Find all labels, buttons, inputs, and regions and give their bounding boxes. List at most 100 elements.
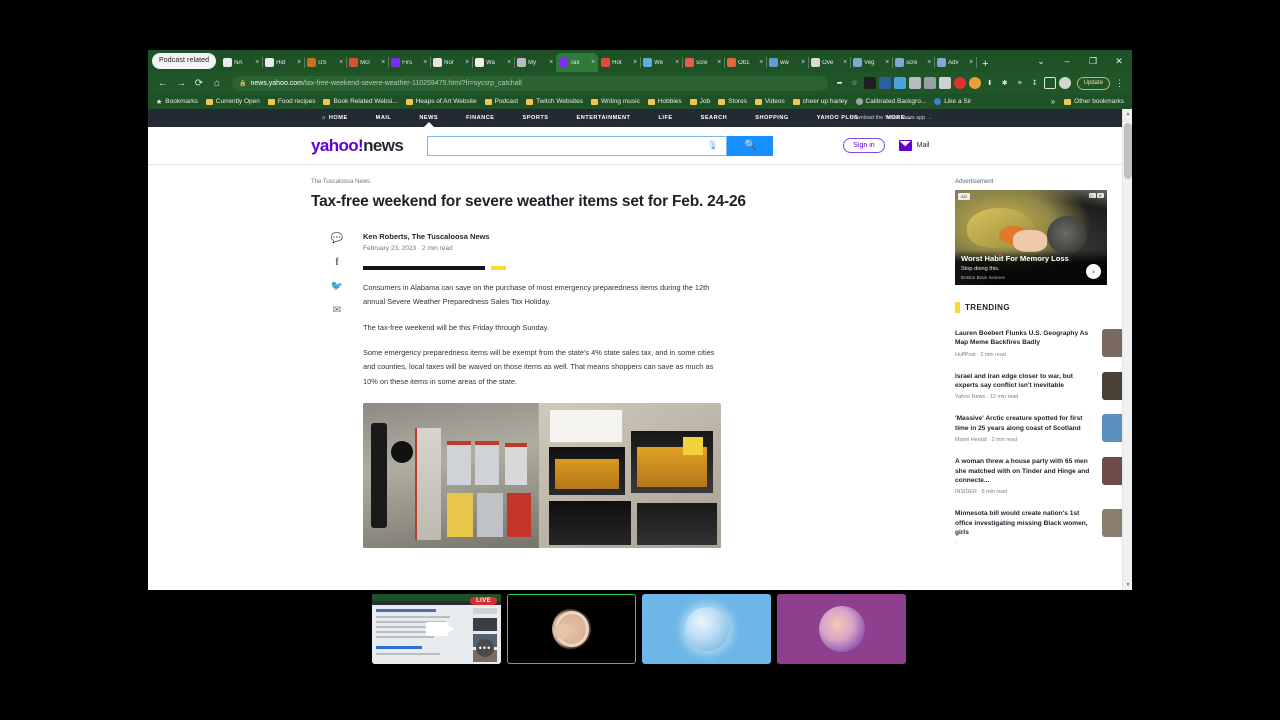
- tab-close-icon[interactable]: ×: [675, 59, 679, 66]
- advertisement-card[interactable]: AD ▷ ✕ Worst Habit For Memory Loss Stop …: [955, 190, 1107, 285]
- yahoo-nav-mail[interactable]: MAIL: [362, 115, 406, 121]
- email-icon[interactable]: ✉: [333, 305, 341, 316]
- sidepanel-icon[interactable]: [1043, 77, 1056, 89]
- browser-tab[interactable]: Wa ×: [472, 53, 516, 72]
- tab-close-icon[interactable]: ×: [717, 59, 721, 66]
- sign-in-button[interactable]: Sign in: [843, 138, 885, 153]
- bookmark-star-icon[interactable]: ☆: [849, 77, 861, 89]
- reload-icon[interactable]: ⟳: [190, 74, 208, 92]
- tab-close-icon[interactable]: ×: [801, 59, 805, 66]
- browser-tab[interactable]: US ×: [304, 53, 348, 72]
- bookmark-item[interactable]: cheer up harley: [789, 98, 852, 105]
- extension-cloud-icon[interactable]: [893, 77, 906, 89]
- bookmark-item[interactable]: Writing music: [587, 98, 644, 105]
- minimize-button[interactable]: –: [1054, 51, 1080, 71]
- bookmark-item[interactable]: Twitch Websites: [522, 98, 587, 105]
- yahoo-nav-home[interactable]: ⌂ HOME: [308, 115, 362, 121]
- extension-grey2-icon[interactable]: [923, 77, 936, 89]
- bookmark-item[interactable]: Hobbies: [644, 98, 686, 105]
- tab-close-icon[interactable]: ×: [759, 59, 763, 66]
- extension-puzzle-icon[interactable]: ✱: [999, 77, 1011, 89]
- bookmark-item[interactable]: ★ Bookmarks: [152, 98, 202, 106]
- yahoo-nav-finance[interactable]: FINANCE: [452, 115, 508, 121]
- yahoo-nav-entertainment[interactable]: ENTERTAINMENT: [563, 115, 645, 121]
- bookmarks-overflow-icon[interactable]: »: [1047, 97, 1059, 106]
- bookmark-item[interactable]: Like a Sir: [930, 98, 975, 105]
- maximize-button[interactable]: ❐: [1080, 51, 1106, 71]
- downloads-icon[interactable]: ↧: [1029, 77, 1041, 89]
- bookmark-item[interactable]: Podcast: [481, 98, 523, 105]
- profile-icon[interactable]: [1058, 77, 1071, 89]
- trending-item[interactable]: Israel and Iran edge closer to war, but …: [955, 365, 1130, 408]
- scroll-up-arrow-icon[interactable]: ▲: [1123, 111, 1132, 117]
- tab-close-icon[interactable]: ×: [255, 59, 259, 66]
- browser-tab[interactable]: Tax ×: [556, 53, 599, 72]
- browser-tab[interactable]: scre ×: [892, 53, 936, 72]
- scroll-down-arrow-icon[interactable]: ▼: [1123, 582, 1132, 588]
- tab-close-icon[interactable]: ×: [507, 59, 511, 66]
- tab-close-icon[interactable]: ×: [423, 59, 427, 66]
- tab-close-icon[interactable]: ×: [969, 59, 973, 66]
- address-bar[interactable]: 🔒 news.yahoo.com/tax-free-weekend-severe…: [232, 75, 828, 91]
- yahoo-news-logo[interactable]: yahoo!news: [311, 136, 404, 156]
- yahoo-nav-life[interactable]: LIFE: [644, 115, 686, 121]
- update-button[interactable]: Update: [1076, 76, 1110, 90]
- browser-tab[interactable]: Ove ×: [808, 53, 852, 72]
- browser-tab[interactable]: Ob1 ×: [724, 53, 768, 72]
- browser-tab[interactable]: scre ×: [682, 53, 726, 72]
- browser-tab[interactable]: ww ×: [766, 53, 810, 72]
- bookmark-item[interactable]: Stores: [714, 98, 751, 105]
- participant-tile-bear[interactable]: [507, 594, 636, 664]
- close-window-button[interactable]: ✕: [1106, 51, 1132, 71]
- camera-icon[interactable]: [425, 622, 454, 636]
- yahoo-app-download-link[interactable]: Download the Yahoo News app →: [850, 115, 932, 121]
- more-options-icon[interactable]: •••: [476, 639, 494, 657]
- extension-download-icon[interactable]: ⬇: [984, 77, 996, 89]
- tab-close-icon[interactable]: ×: [339, 59, 343, 66]
- browser-tab[interactable]: Veg ×: [850, 53, 894, 72]
- browser-tab[interactable]: Adv ×: [934, 53, 978, 72]
- facebook-icon[interactable]: f: [335, 257, 338, 268]
- trending-item[interactable]: Minnesota bill would create nation's 1st…: [955, 502, 1130, 554]
- screen-share-tile[interactable]: LIVE •••: [372, 594, 501, 664]
- tab-close-icon[interactable]: ×: [381, 59, 385, 66]
- yahoo-nav-shopping[interactable]: SHOPPING: [741, 115, 803, 121]
- extension-grey1-icon[interactable]: [908, 77, 921, 89]
- browser-tab[interactable]: Nor ×: [430, 53, 474, 72]
- microphone-icon[interactable]: 🎙: [707, 140, 718, 151]
- browser-tab[interactable]: McI ×: [346, 53, 390, 72]
- adchoices-triangle-icon[interactable]: ▷: [1088, 193, 1096, 198]
- browser-tab[interactable]: NA ×: [220, 53, 264, 72]
- bookmark-item[interactable]: Calibrated Backgro...: [852, 98, 931, 105]
- trending-item[interactable]: 'Massive' Arctic creature spotted for fi…: [955, 407, 1130, 450]
- mail-link[interactable]: Mail: [898, 140, 930, 151]
- tab-close-icon[interactable]: ×: [927, 59, 931, 66]
- tab-search-icon[interactable]: ⌄: [1028, 51, 1054, 71]
- tab-close-icon[interactable]: ×: [465, 59, 469, 66]
- adchoices-close-icon[interactable]: ✕: [1096, 193, 1104, 198]
- tab-close-icon[interactable]: ×: [633, 59, 637, 66]
- twitter-icon[interactable]: 🐦: [331, 281, 343, 292]
- tab-close-icon[interactable]: ×: [549, 59, 553, 66]
- participant-tile-avatar[interactable]: [777, 594, 906, 664]
- tab-close-icon[interactable]: ×: [885, 59, 889, 66]
- browser-tab[interactable]: We ×: [640, 53, 684, 72]
- bookmark-item[interactable]: Heaps of Art Website: [402, 98, 481, 105]
- bookmark-item[interactable]: Videos: [751, 98, 789, 105]
- trending-item[interactable]: Lauren Boebert Flunks U.S. Geography As …: [955, 322, 1130, 365]
- article-author[interactable]: Ken Roberts, The Tuscaloosa News: [363, 232, 911, 241]
- tab-close-icon[interactable]: ×: [591, 59, 595, 66]
- share-icon[interactable]: ➦: [834, 77, 846, 89]
- bookmark-item[interactable]: Food recipes: [264, 98, 320, 105]
- bookmark-item[interactable]: Currently Open: [202, 98, 264, 105]
- bookmark-item[interactable]: Book Related Websi...: [319, 98, 401, 105]
- trending-item[interactable]: A woman threw a house party with 65 men …: [955, 450, 1130, 502]
- comment-icon[interactable]: 💬: [331, 233, 343, 244]
- browser-tab[interactable]: Firs ×: [388, 53, 432, 72]
- scrollbar-thumb[interactable]: [1124, 123, 1132, 179]
- extension-grey3-icon[interactable]: [938, 77, 951, 89]
- search-button[interactable]: 🔍: [727, 135, 774, 156]
- browser-tab[interactable]: Hid ×: [262, 53, 306, 72]
- bookmark-item[interactable]: Job: [686, 98, 714, 105]
- browser-tab[interactable]: My ×: [514, 53, 558, 72]
